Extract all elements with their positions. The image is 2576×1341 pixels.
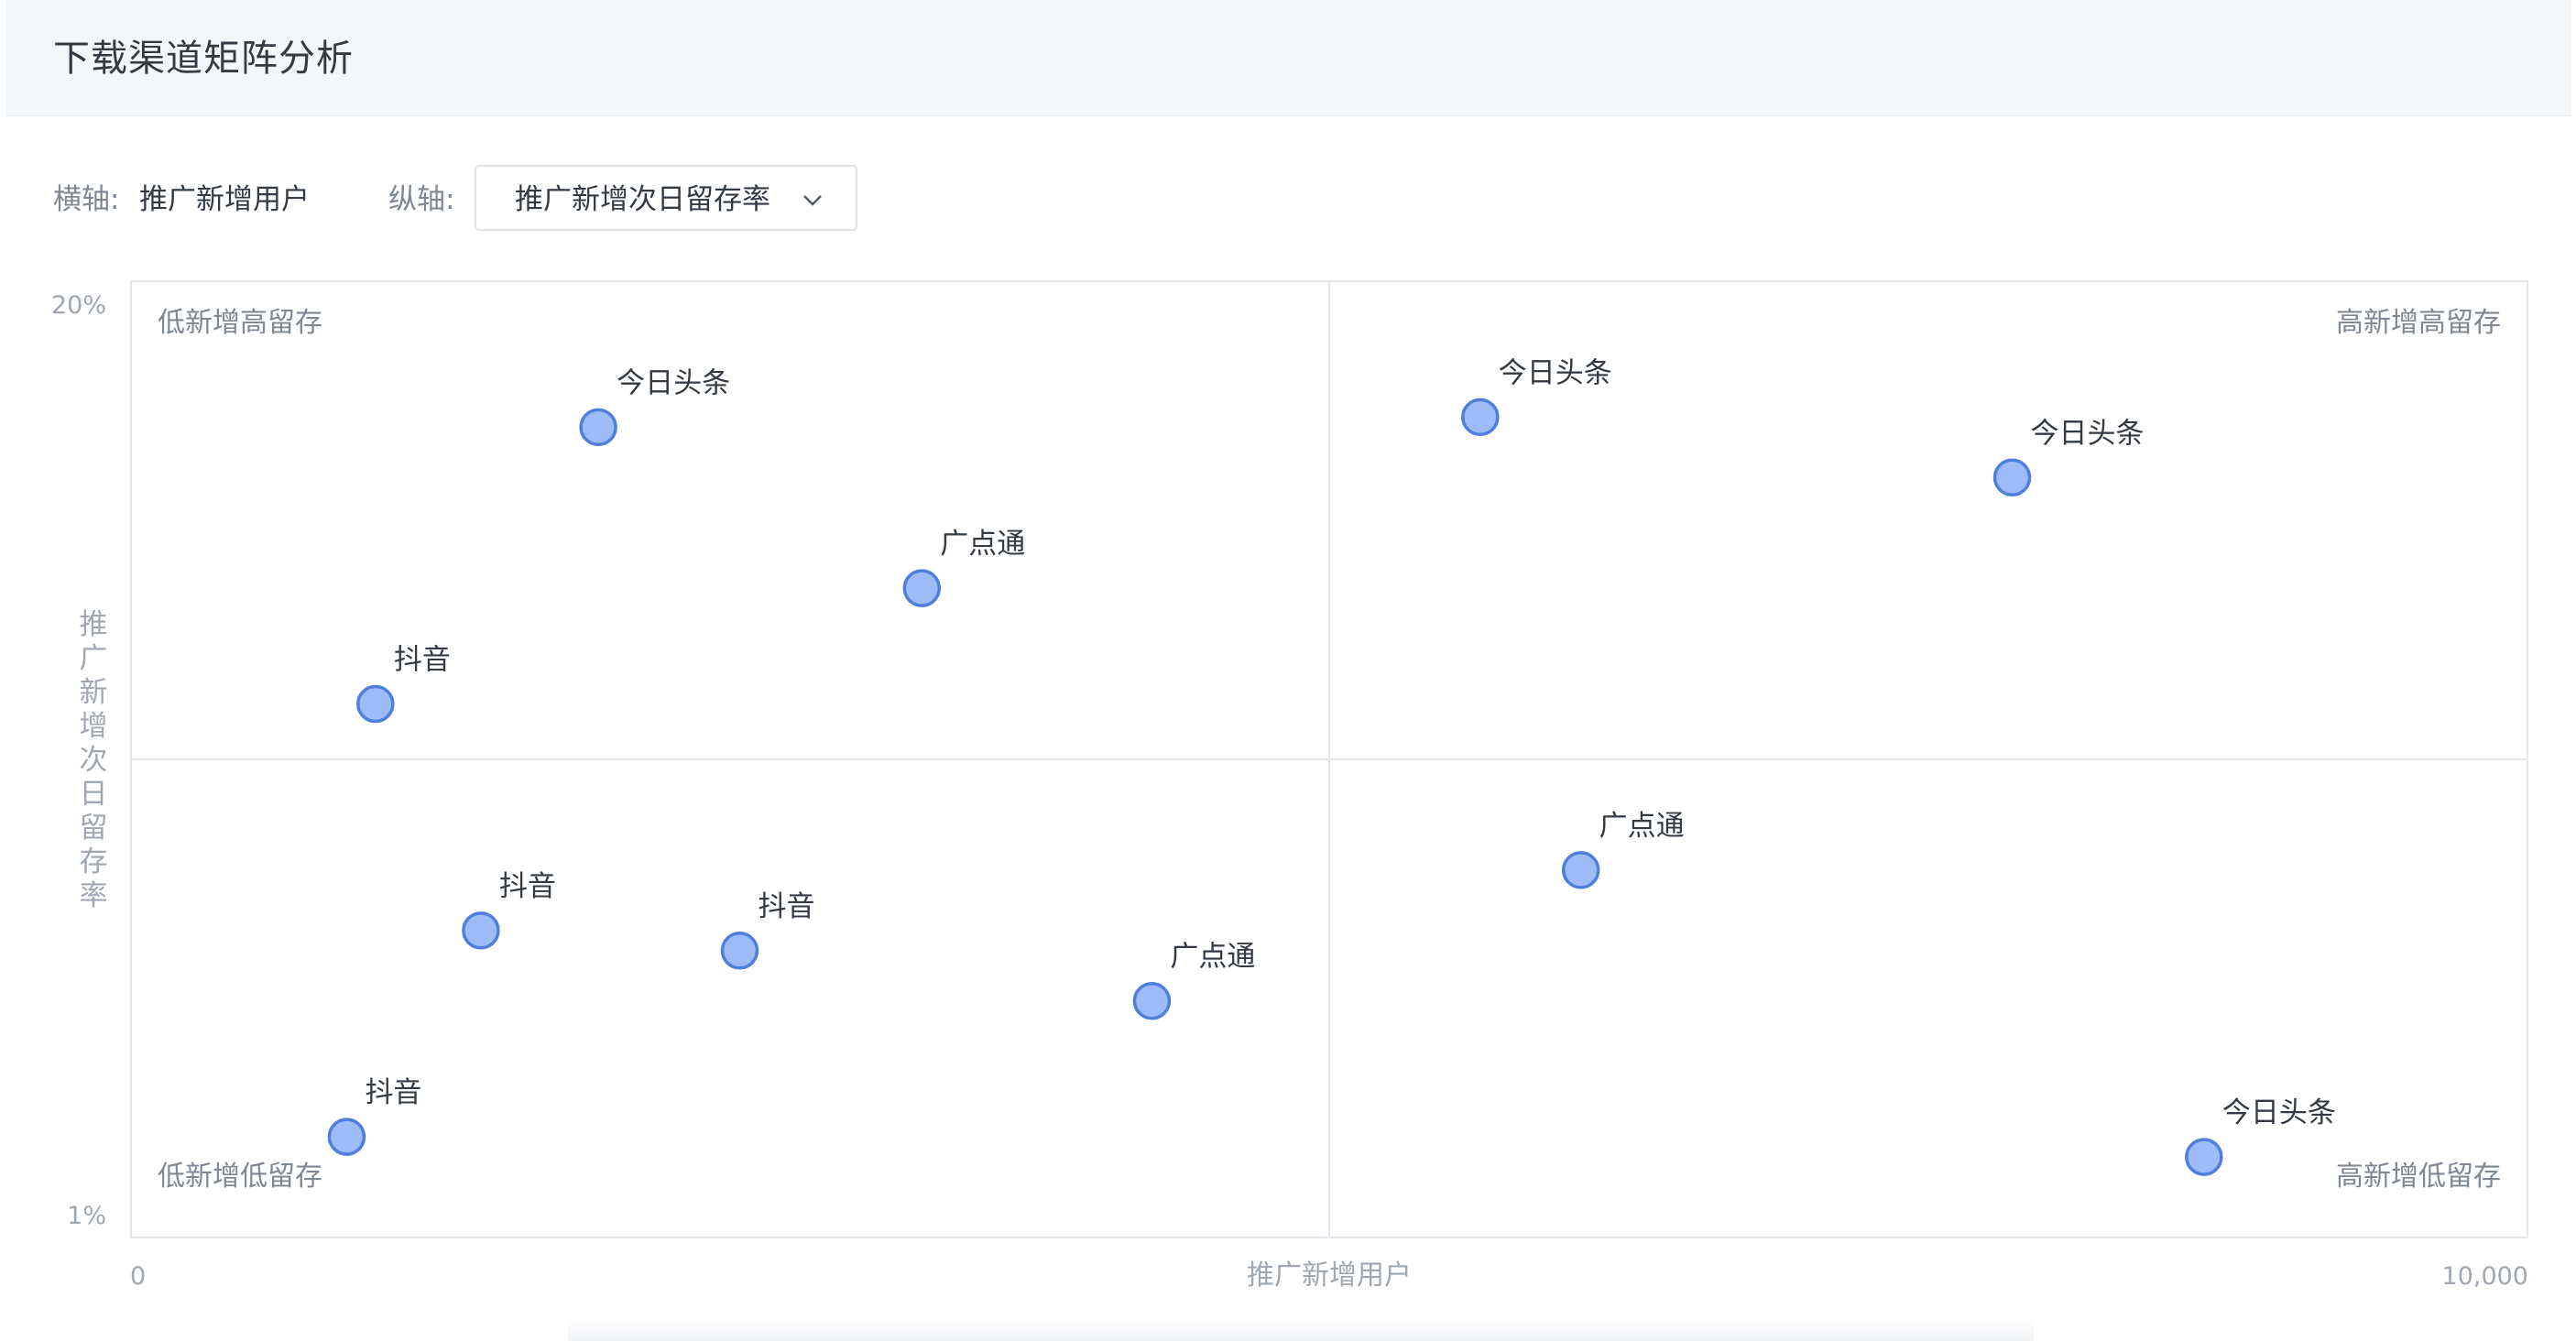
point-label: 广点通 [1170, 941, 1255, 974]
scatter-point[interactable] [462, 911, 500, 950]
bottom-shadow [568, 1317, 2034, 1341]
y-axis-select[interactable]: 推广新增次日留存率 [475, 165, 857, 231]
scatter-point[interactable] [356, 684, 395, 724]
scatter-chart: 低新增高留存 高新增高留存 低新增低留存 高新增低留存 20% 1% 0 10,… [51, 280, 2528, 1292]
point-label: 今日头条 [2031, 417, 2145, 450]
quadrant-label-bottom-left: 低新增低留存 [158, 1161, 322, 1193]
chevron-down-icon [803, 195, 822, 206]
x-tick-label-max: 10,000 [2442, 1262, 2528, 1291]
x-axis-title: 推广新增用户 [1247, 1259, 1412, 1292]
scatter-point[interactable] [579, 408, 617, 447]
point-label: 今日头条 [2222, 1096, 2336, 1129]
scatter-point[interactable] [720, 932, 759, 970]
scatter-point[interactable] [1461, 398, 1500, 437]
y-axis-title: 推广新增次日留存率 [79, 608, 108, 912]
point-label: 今日头条 [617, 366, 730, 399]
x-tick-label-min: 0 [130, 1262, 146, 1291]
y-tick-label-min: 1% [67, 1202, 106, 1230]
scatter-point[interactable] [2185, 1138, 2223, 1176]
quadrant-label-top-right: 高新增高留存 [2336, 307, 2501, 339]
point-label: 抖音 [394, 644, 451, 677]
scatter-point[interactable] [902, 569, 942, 607]
point-label: 抖音 [758, 890, 814, 923]
y-axis-label: 纵轴: [388, 183, 455, 216]
x-axis-value: 推广新增用户 [139, 183, 310, 216]
scatter-point[interactable] [327, 1118, 366, 1156]
panel-header: 下载渠道矩阵分析 [5, 0, 2571, 116]
point-label: 抖音 [365, 1076, 421, 1109]
point-label: 广点通 [1599, 810, 1685, 843]
scatter-point[interactable] [1992, 458, 2032, 497]
x-axis-label: 横轴: [53, 183, 120, 216]
y-tick-label-max: 20% [51, 291, 106, 320]
scatter-point[interactable] [1132, 981, 1172, 1020]
axis-controls: 横轴: 推广新增用户 纵轴: 推广新增次日留存率 [0, 165, 916, 233]
point-label: 今日头条 [1499, 356, 1612, 389]
page-title: 下载渠道矩阵分析 [53, 38, 354, 80]
point-label: 广点通 [940, 528, 1025, 561]
scatter-point[interactable] [1561, 851, 1600, 889]
point-label: 抖音 [499, 870, 556, 903]
y-axis-select-value: 推广新增次日留存率 [515, 183, 770, 216]
quadrant-label-bottom-right: 高新增低留存 [2336, 1161, 2501, 1193]
channel-matrix-panel: 下载渠道矩阵分析 横轴: 推广新增用户 纵轴: 推广新增次日留存率 低新增高留存… [0, 0, 2576, 1341]
quadrant-label-top-left: 低新增高留存 [158, 307, 322, 339]
